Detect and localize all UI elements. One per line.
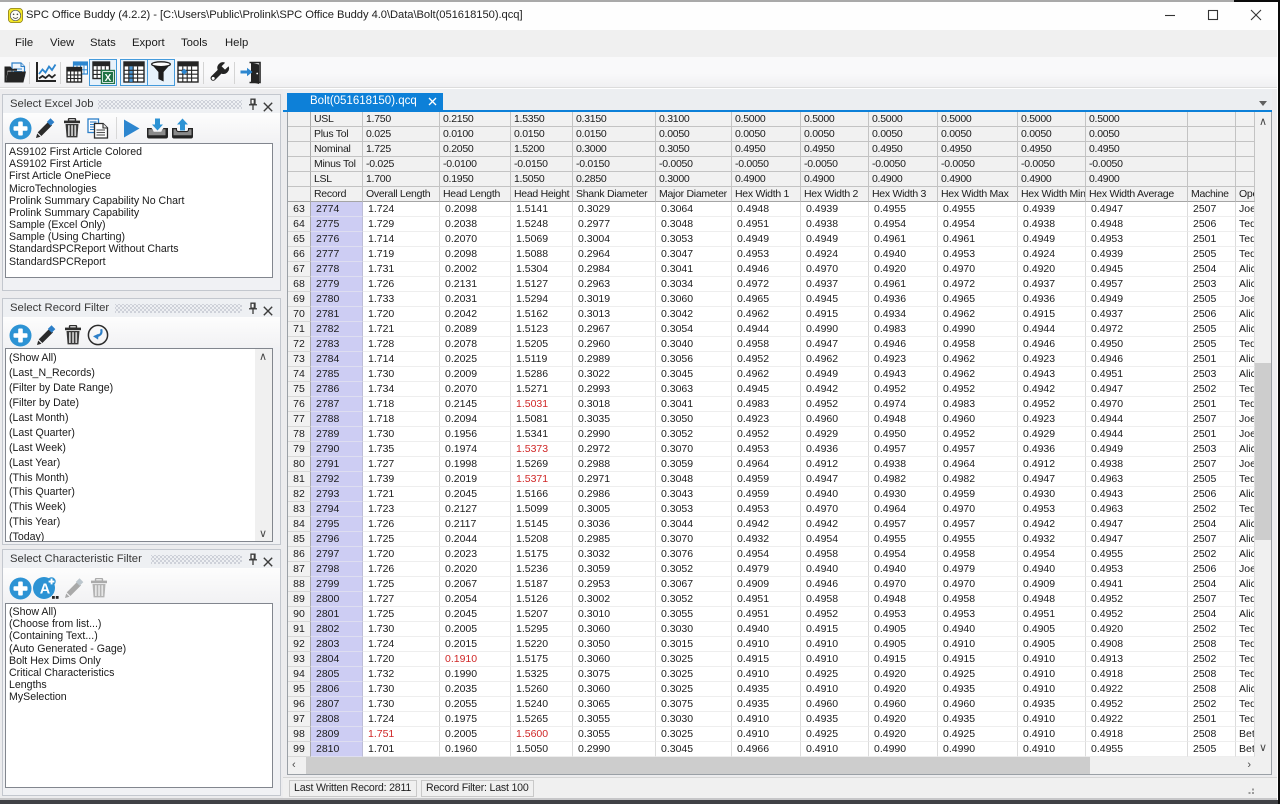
- svg-text:X: X: [105, 73, 112, 84]
